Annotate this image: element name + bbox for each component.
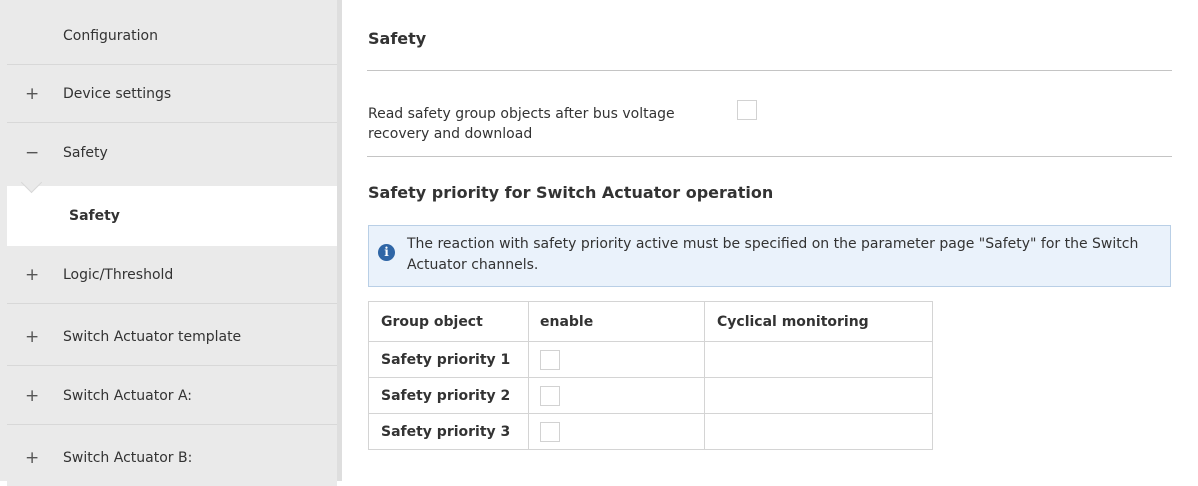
sidebar-item-label: Switch Actuator template — [63, 329, 242, 345]
info-icon: i — [378, 244, 395, 261]
sidebar-item-label: Logic/Threshold — [63, 267, 174, 283]
divider — [367, 70, 1172, 71]
sidebar-item-label: Switch Actuator A: — [63, 388, 193, 404]
expand-icon[interactable]: + — [7, 265, 63, 285]
sidebar-item-safety-group[interactable]: − Safety — [7, 124, 337, 181]
enable-checkbox[interactable] — [540, 349, 560, 370]
expand-icon[interactable]: + — [7, 84, 63, 104]
sidebar-item-label: Device settings — [63, 86, 172, 102]
sidebar-item-switch-actuator-a[interactable]: + Switch Actuator A: — [7, 368, 337, 425]
read-safety-label: Read safety group objects after bus volt… — [368, 106, 675, 142]
read-safety-checkbox[interactable] — [737, 100, 757, 120]
enable-cell — [528, 377, 705, 414]
info-text: The reaction with safety priority active… — [407, 236, 1139, 273]
sidebar-item-label: Configuration — [63, 28, 158, 44]
sidebar-item-switch-actuator-b[interactable]: + Switch Actuator B: — [7, 429, 337, 486]
column-header: Group object — [368, 301, 529, 342]
column-header: enable — [528, 301, 705, 342]
enable-checkbox[interactable] — [540, 385, 560, 406]
sidebar-item-label: Switch Actuator B: — [63, 449, 193, 466]
group-object-name: Safety priority 1 — [368, 341, 529, 378]
collapse-icon[interactable]: − — [7, 143, 63, 163]
sidebar-item-safety-selected[interactable]: Safety — [7, 186, 337, 246]
group-object-table: Group object enable Cyclical monitoring … — [368, 301, 933, 450]
sidebar-item-configuration[interactable]: Configuration — [7, 8, 337, 65]
cyclical-monitoring-cell — [704, 341, 933, 378]
divider — [367, 156, 1172, 157]
table-row: Safety priority 3 — [368, 413, 933, 450]
info-box: i The reaction with safety priority acti… — [368, 225, 1171, 287]
column-header: Cyclical monitoring — [704, 301, 933, 342]
sidebar-item-device-settings[interactable]: + Device settings — [7, 66, 337, 123]
expand-icon[interactable]: + — [7, 327, 63, 347]
section-title: Safety priority for Switch Actuator oper… — [368, 183, 774, 202]
group-object-name: Safety priority 3 — [368, 413, 529, 450]
sidebar-item-label: Safety — [69, 207, 120, 224]
enable-cell — [528, 413, 705, 450]
table-row: Safety priority 2 — [368, 377, 933, 414]
table-row: Safety priority 1 — [368, 341, 933, 378]
enable-checkbox[interactable] — [540, 421, 560, 442]
expand-icon[interactable]: + — [7, 448, 63, 468]
sidebar-item-logic-threshold[interactable]: + Logic/Threshold — [7, 247, 337, 304]
cyclical-monitoring-cell — [704, 413, 933, 450]
sidebar-item-label: Safety — [63, 144, 108, 161]
sidebar-item-switch-actuator-template[interactable]: + Switch Actuator template — [7, 309, 337, 366]
table-header-row: Group object enable Cyclical monitoring — [368, 301, 933, 342]
main-panel: Safety Read safety group objects after b… — [342, 0, 1198, 481]
page-title: Safety — [368, 29, 427, 48]
group-object-name: Safety priority 2 — [368, 377, 529, 414]
expand-icon[interactable]: + — [7, 386, 63, 406]
enable-cell — [528, 341, 705, 378]
cyclical-monitoring-cell — [704, 377, 933, 414]
sidebar: Configuration + Device settings − Safety… — [0, 0, 342, 486]
